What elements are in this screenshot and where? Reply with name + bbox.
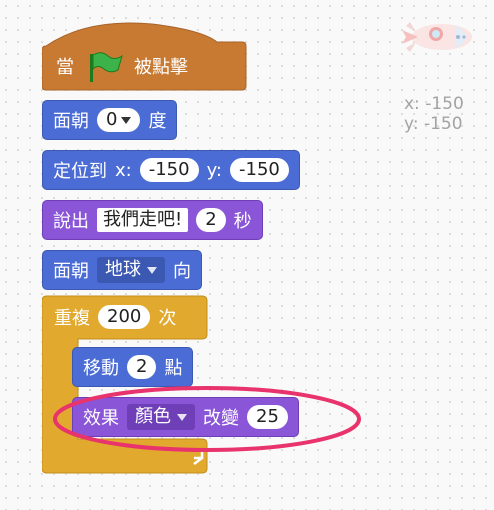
y-input[interactable]: -150 <box>230 158 289 182</box>
green-flag-icon[interactable] <box>84 50 124 82</box>
say-for-secs-block[interactable]: 說出 我們走吧! 2 秒 <box>42 200 263 240</box>
x-label: x: <box>115 159 132 181</box>
target-value: 地球 <box>105 259 141 280</box>
hat-prefix: 當 <box>56 57 74 78</box>
direction-input[interactable]: 0 <box>97 108 141 132</box>
secs-label: 秒 <box>233 211 252 232</box>
steps-label: 點 <box>164 358 183 379</box>
target-dropdown[interactable]: 地球 <box>97 257 165 283</box>
repeat-label: 重複 <box>54 308 90 329</box>
x-input[interactable]: -150 <box>139 158 199 182</box>
point-towards-label: 面朝 <box>53 261 89 282</box>
degree-label: 度 <box>148 111 167 132</box>
sprite-coordinates: x: -150 y: -150 <box>404 94 464 134</box>
y-label: y: <box>206 159 222 181</box>
towards-label: 向 <box>173 261 191 282</box>
point-in-direction-block[interactable]: 面朝 0 度 <box>42 100 178 140</box>
point-dir-label: 面朝 <box>53 111 89 132</box>
secs-input[interactable]: 2 <box>196 208 226 232</box>
sprite-x-label: x: <box>404 94 420 114</box>
repeat-count-input[interactable]: 200 <box>98 305 151 329</box>
sprite-y-value: -150 <box>423 114 463 134</box>
go-to-xy-block[interactable]: 定位到 x: -150 y: -150 <box>42 150 300 190</box>
steps-input[interactable]: 2 <box>127 355 157 379</box>
sprite-y-label: y: <box>404 114 419 134</box>
effect-amount-input[interactable]: 25 <box>247 405 288 429</box>
move-label: 移動 <box>83 358 119 379</box>
change-label: 改變 <box>203 408 239 429</box>
effect-dropdown[interactable]: 顏色 <box>127 404 195 430</box>
message-input[interactable]: 我們走吧! <box>97 208 189 232</box>
sprite-x-value: -150 <box>425 94 464 114</box>
effect-value: 顏色 <box>135 406 171 427</box>
rocket-sprite-icon <box>402 22 472 52</box>
point-towards-block[interactable]: 面朝 地球 向 <box>42 250 202 290</box>
hat-suffix: 被點擊 <box>134 57 188 78</box>
times-label: 次 <box>158 308 177 329</box>
direction-value: 0 <box>106 109 118 130</box>
effect-label: 效果 <box>83 408 119 429</box>
say-label: 說出 <box>53 211 89 232</box>
move-steps-block[interactable]: 移動 2 點 <box>72 347 194 387</box>
change-effect-block[interactable]: 效果 顏色 改變 25 <box>72 397 299 437</box>
when-flag-clicked-block[interactable]: 當 被點擊 <box>42 16 247 92</box>
goto-label: 定位到 <box>53 161 107 182</box>
